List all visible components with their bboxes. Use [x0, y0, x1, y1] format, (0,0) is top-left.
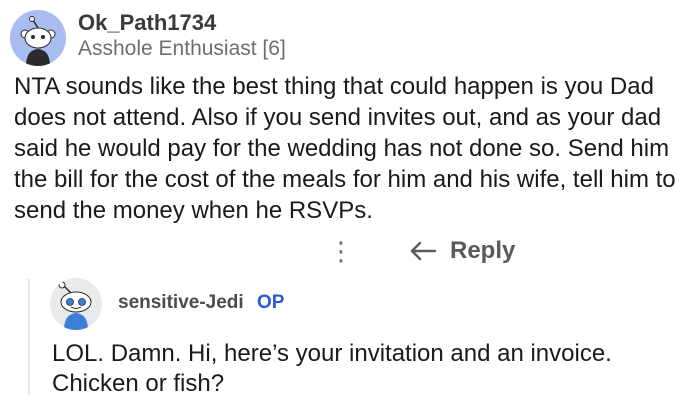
comment-body: NTA sounds like the best thing that coul…: [14, 73, 676, 224]
comment-username[interactable]: Ok_Path1734: [78, 10, 216, 36]
more-options-button[interactable]: ⋮: [326, 234, 356, 268]
reply-arrow-icon: [410, 241, 437, 261]
thread-line[interactable]: [28, 279, 30, 395]
avatar[interactable]: [10, 10, 66, 66]
snoo-avatar-icon: [10, 10, 66, 66]
op-badge: OP: [257, 292, 285, 313]
more-vertical-icon: ⋮: [328, 236, 354, 266]
avatar[interactable]: [50, 278, 102, 330]
reply-body: LOL. Damn. Hi, here’s your invitation an…: [52, 340, 612, 397]
reply-label: Reply: [450, 237, 516, 264]
reply-button[interactable]: Reply: [408, 234, 515, 268]
reply-username[interactable]: sensitive-Jedi: [118, 292, 244, 314]
user-flair: Asshole Enthusiast [6]: [78, 37, 286, 60]
snoo-avatar-icon: [50, 278, 102, 330]
